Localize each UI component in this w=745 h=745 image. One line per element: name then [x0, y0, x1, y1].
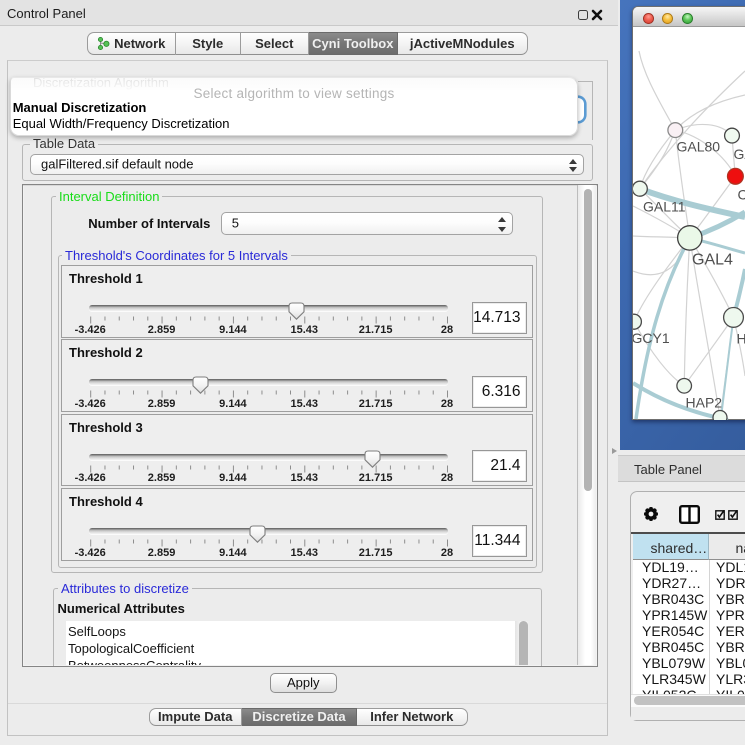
svg-text:C: C [738, 186, 745, 202]
svg-text:GAL80: GAL80 [677, 138, 721, 154]
svg-text:H: H [737, 330, 745, 346]
svg-text:GAL11: GAL11 [643, 198, 686, 214]
svg-text:GA: GA [734, 146, 745, 162]
svg-text:GAL4: GAL4 [692, 251, 733, 268]
svg-text:GCY1: GCY1 [633, 330, 670, 346]
svg-text:HAP2: HAP2 [686, 394, 723, 410]
